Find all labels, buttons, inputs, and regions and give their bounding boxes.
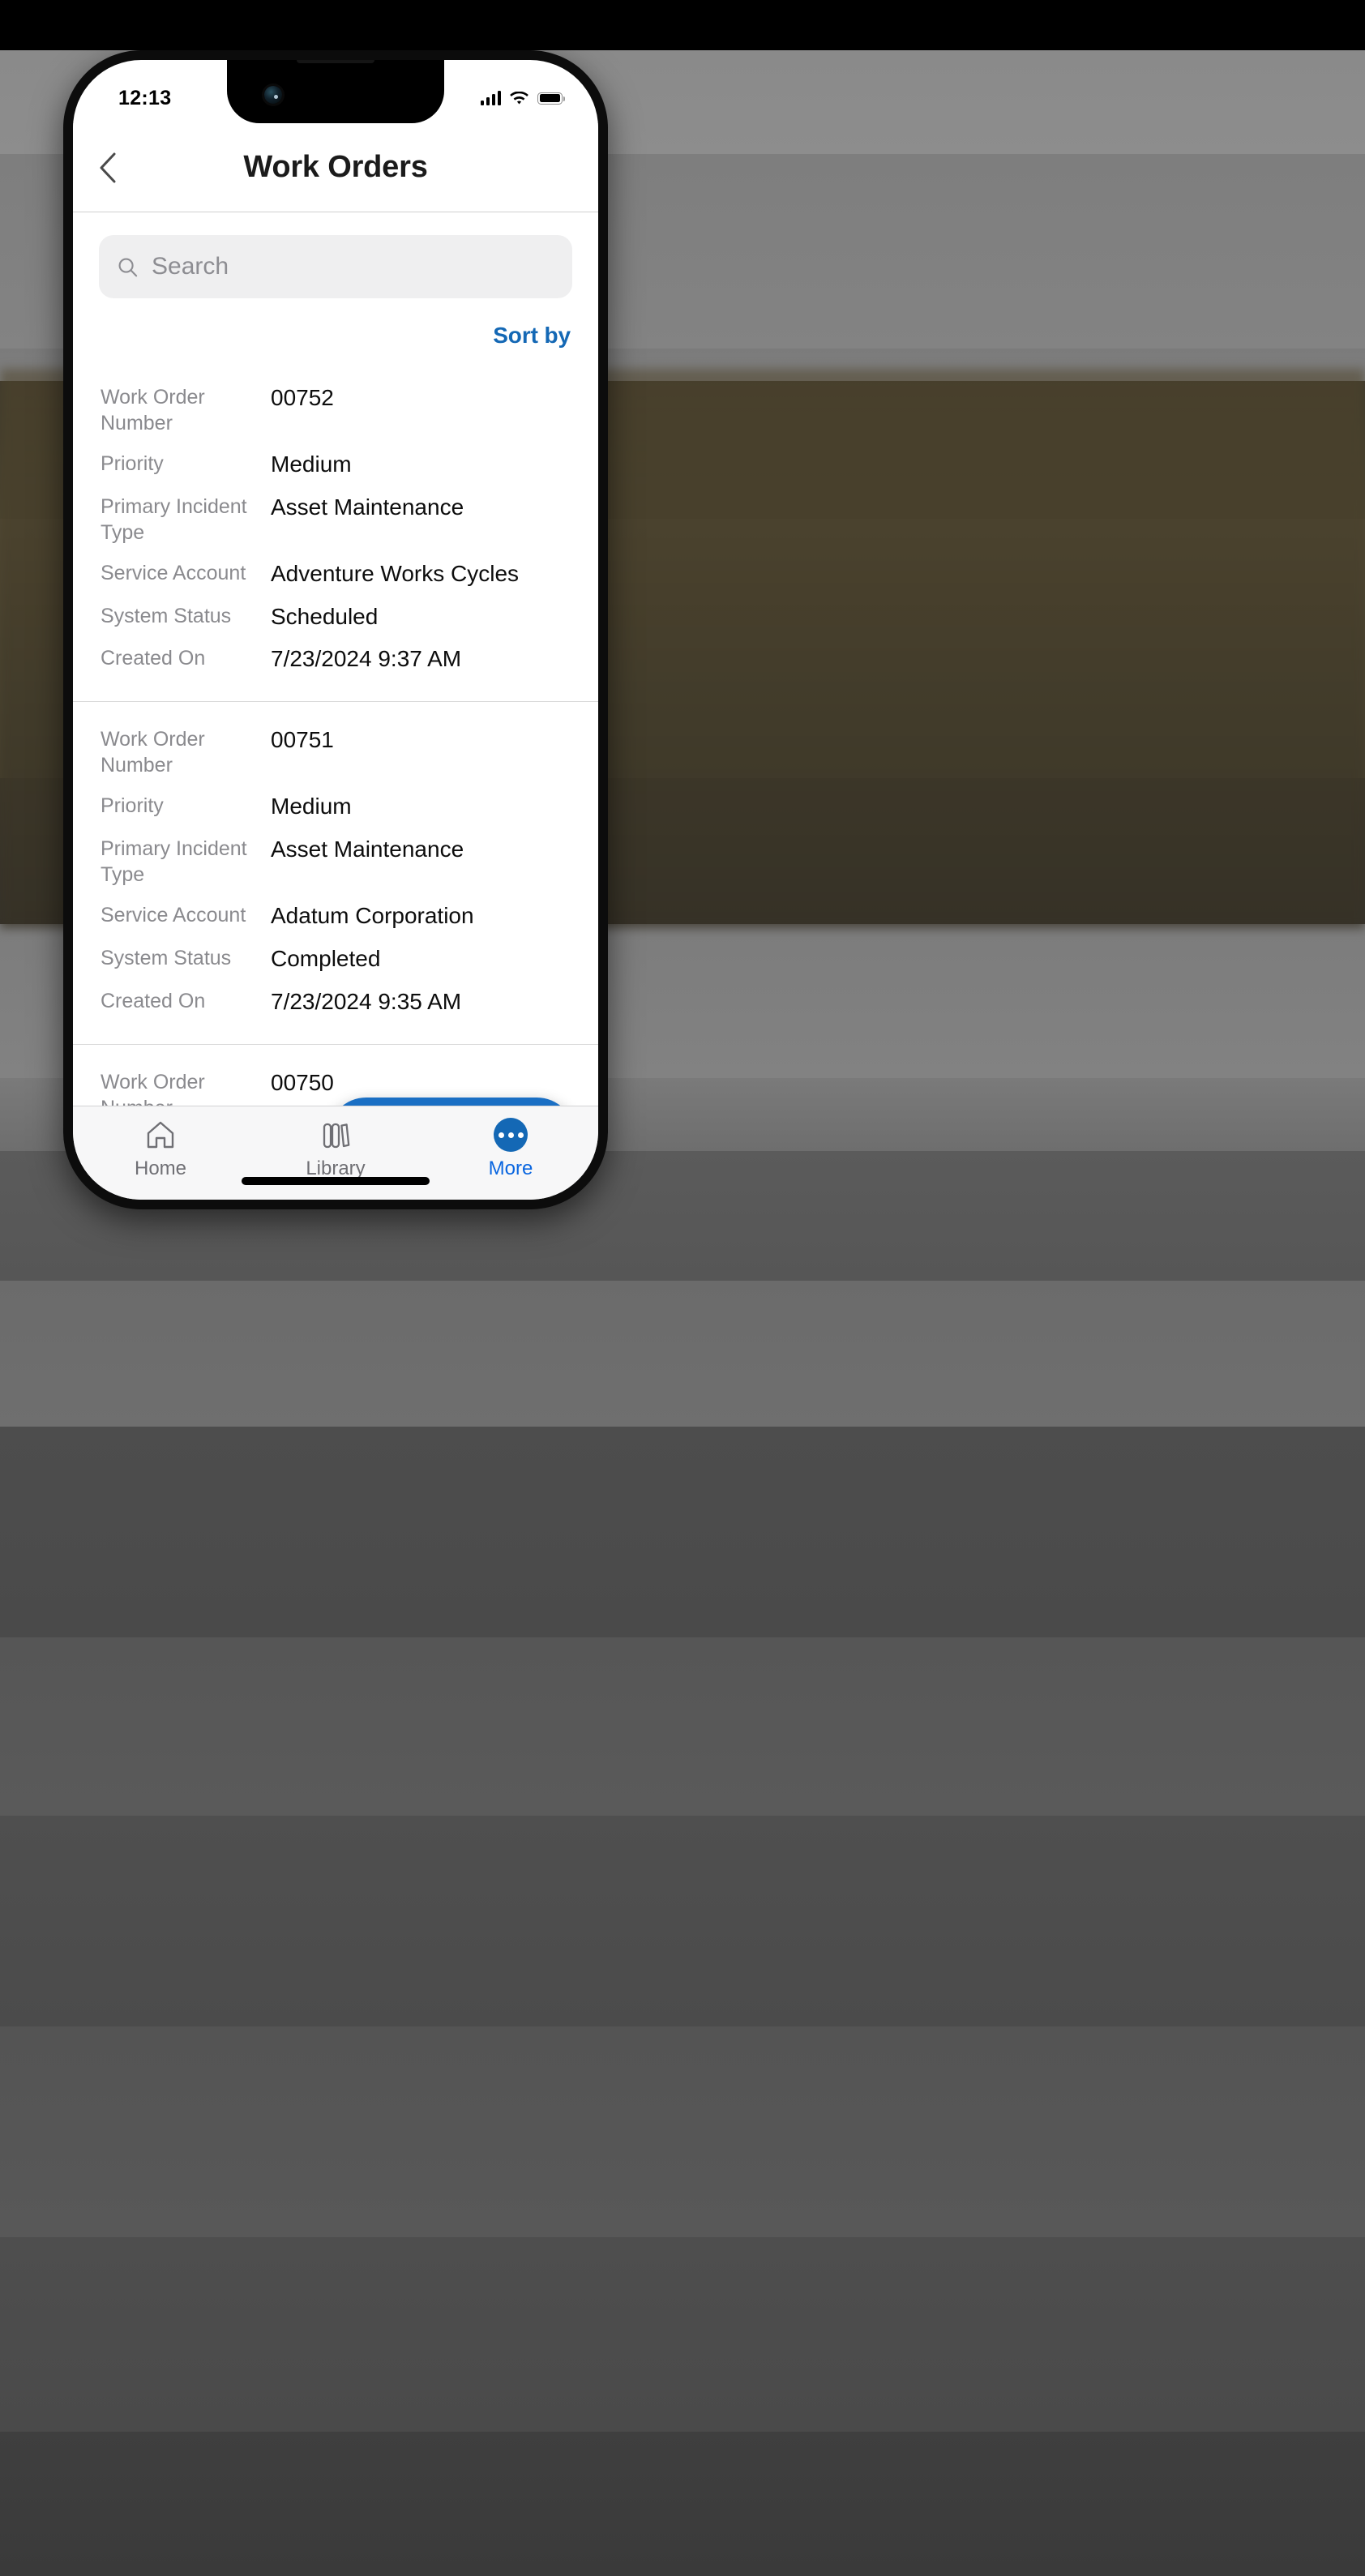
page-title: Work Orders [243, 150, 428, 184]
phone-device: 12:13 Work Orders Search Sort by Work Or… [48, 41, 623, 1218]
field-service-account: Service Account Adatum Corporation [101, 894, 571, 937]
field-system-status: System Status Completed [101, 937, 571, 980]
field-value: Adventure Works Cycles [271, 560, 520, 586]
tab-home[interactable]: Home [73, 1118, 248, 1180]
search-input[interactable] [152, 253, 554, 280]
field-value: Completed [271, 945, 381, 971]
field-value: Asset Maintenance [271, 837, 464, 862]
field-label: Primary Incident Type [101, 837, 247, 887]
field-label: Created On [101, 989, 206, 1012]
field-value: Asset Maintenance [271, 494, 464, 520]
home-icon [144, 1118, 177, 1152]
front-camera-icon [264, 86, 282, 104]
more-ellipsis-icon [494, 1118, 528, 1152]
field-label: Created On [101, 647, 206, 670]
bottom-tab-bar: Home Library More [73, 1106, 598, 1200]
sort-bar: Sort by [73, 298, 598, 360]
field-label: Primary Incident Type [101, 494, 247, 544]
field-value: 7/23/2024 9:35 AM [271, 988, 462, 1014]
field-work-order-number: Work Order Number 00751 [101, 718, 571, 785]
sort-by-button[interactable]: Sort by [493, 323, 571, 349]
field-system-status: System Status Scheduled [101, 595, 571, 638]
back-button[interactable] [73, 123, 143, 212]
field-label: Service Account [101, 904, 246, 927]
field-value: 00752 [271, 385, 334, 410]
field-value: 00751 [271, 727, 334, 753]
field-value: Adatum Corporation [271, 903, 474, 929]
field-label: Work Order Number [101, 728, 205, 777]
field-priority: Priority Medium [101, 785, 571, 828]
field-label: System Status [101, 604, 232, 627]
work-order-list-item[interactable]: Work Order Number 00752 Priority Medium … [73, 360, 598, 703]
chevron-left-icon [100, 152, 116, 182]
battery-full-icon [537, 92, 566, 105]
search-bar-container [73, 212, 598, 298]
phone-screen: 12:13 Work Orders Search Sort by Work Or… [73, 60, 598, 1200]
field-primary-incident-type: Primary Incident Type Asset Maintenance [101, 486, 571, 552]
work-order-list-item[interactable]: Work Order Number 00750 Priority Emergen… [73, 1045, 598, 1106]
field-value: Scheduled [271, 603, 379, 629]
library-icon [319, 1118, 352, 1152]
status-bar-time: 12:13 [118, 86, 172, 109]
field-value: Medium [271, 451, 352, 477]
field-label: Priority [101, 452, 164, 475]
field-label: System Status [101, 946, 232, 969]
field-created-on: Created On 7/23/2024 9:37 AM [101, 637, 571, 680]
home-indicator[interactable] [242, 1177, 430, 1185]
field-created-on: Created On 7/23/2024 9:35 AM [101, 980, 571, 1023]
field-label: Work Order Number [101, 386, 205, 434]
tab-library[interactable]: Library [248, 1118, 423, 1180]
earpiece-speaker [297, 60, 374, 63]
search-icon [118, 258, 138, 276]
field-label: Priority [101, 794, 164, 818]
navigation-header: Work Orders [73, 123, 598, 212]
tab-label: Home [134, 1157, 187, 1179]
field-label: Work Order Number [101, 1070, 205, 1106]
field-work-order-number: Work Order Number 00752 [101, 376, 571, 443]
tab-label: More [488, 1157, 533, 1179]
field-value: 7/23/2024 9:37 AM [271, 646, 462, 672]
status-bar-indicators [480, 91, 566, 105]
tab-more[interactable]: More [423, 1118, 598, 1180]
wifi-icon [510, 91, 528, 104]
field-label: Service Account [101, 561, 246, 584]
search-field[interactable] [99, 235, 572, 298]
work-order-list-scroll[interactable]: Sort by Work Order Number 00752 Priority… [73, 212, 598, 1106]
device-notch [227, 60, 444, 123]
field-service-account: Service Account Adventure Works Cycles [101, 552, 571, 595]
cellular-signal-icon [480, 91, 501, 105]
work-order-list-item[interactable]: Work Order Number 00751 Priority Medium … [73, 702, 598, 1045]
field-value: 00750 [271, 1069, 334, 1095]
field-value: Medium [271, 794, 352, 819]
background-top-letterbox [0, 0, 1365, 50]
field-primary-incident-type: Primary Incident Type Asset Maintenance [101, 828, 571, 894]
field-priority: Priority Medium [101, 443, 571, 486]
